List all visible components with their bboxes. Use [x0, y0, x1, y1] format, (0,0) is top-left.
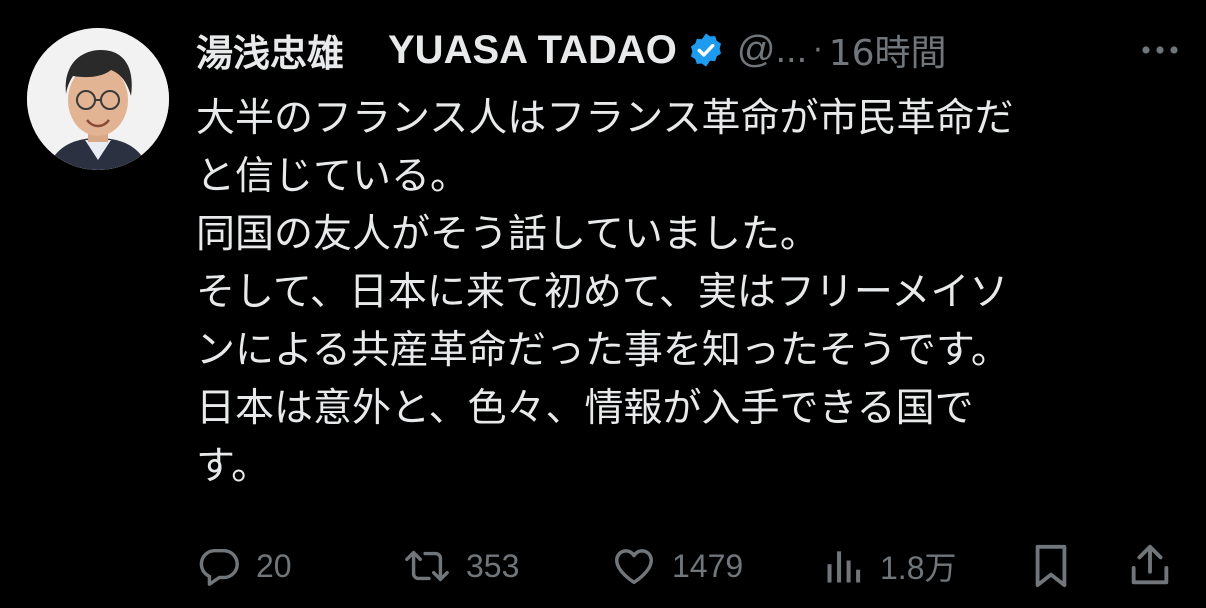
like-button[interactable]: 1479 — [610, 538, 743, 594]
retweet-button[interactable]: 353 — [402, 538, 519, 594]
views-count: 1.8万 — [880, 550, 957, 586]
author-display-name-en[interactable]: YUASA TADAO — [388, 28, 677, 73]
tweet-text-line: と信じている。 — [196, 154, 470, 199]
author-handle[interactable]: @... — [737, 29, 807, 72]
bookmark-button[interactable] — [1028, 538, 1074, 594]
more-icon[interactable] — [1136, 26, 1184, 74]
avatar[interactable] — [27, 28, 169, 170]
tweet-text-line: ンによる共産革命だった事を知ったそうです。 — [196, 328, 1010, 373]
header-separator: · — [813, 32, 823, 68]
reply-button[interactable]: 20 — [196, 538, 292, 594]
share-icon — [1126, 541, 1174, 591]
tweet-text-line: す。 — [196, 444, 271, 489]
retweet-icon — [402, 543, 452, 589]
tweet-text-line: 同国の友人がそう話していました。 — [196, 212, 819, 257]
heart-icon — [610, 543, 658, 589]
views-icon — [822, 543, 866, 589]
share-button[interactable] — [1126, 538, 1174, 594]
tweet-text-line: そして、日本に来て初めて、実はフリーメイソ — [196, 270, 1009, 315]
tweet-header: 湯浅忠雄 YUASA TADAO @... · 16時間 — [196, 22, 1186, 78]
tweet-text-line: 日本は意外と、色々、情報が入手できる国で — [196, 386, 974, 431]
like-count: 1479 — [672, 547, 744, 584]
tweet-text-line: 大半のフランス人はフランス革命が市民革命だ — [196, 96, 1014, 141]
views-button[interactable]: 1.8万 — [822, 538, 957, 594]
reply-count: 20 — [256, 547, 292, 584]
avatar-photo — [27, 28, 169, 170]
tweet[interactable]: 湯浅忠雄 YUASA TADAO @... · 16時間 大半のフランス人はフラ… — [0, 0, 1206, 608]
tweet-timestamp[interactable]: 16時間 — [829, 24, 947, 76]
verified-badge-icon — [687, 31, 725, 69]
retweet-count: 353 — [466, 547, 520, 584]
reply-icon — [196, 543, 242, 589]
tweet-text: 大半のフランス人はフランス革命が市民革命だ と信じている。 同国の友人がそう話し… — [196, 90, 1166, 496]
author-display-name[interactable]: 湯浅忠雄 — [196, 23, 344, 77]
bookmark-icon — [1028, 541, 1074, 591]
action-bar: 20 353 1479 1.8万 — [196, 538, 1178, 594]
